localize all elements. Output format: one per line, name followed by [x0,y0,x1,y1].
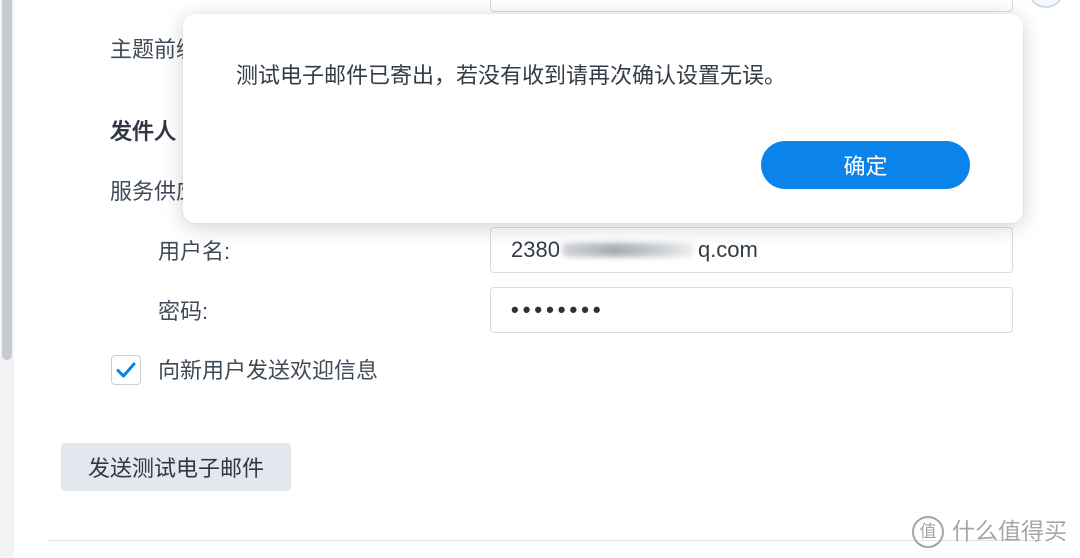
help-icon[interactable] [1028,0,1064,8]
username-field[interactable]: 2380 q.com [490,227,1013,273]
sender-section-heading: 发件人 [110,119,177,144]
check-icon [116,362,136,378]
welcome-message-checkbox[interactable] [111,355,141,385]
scrollbar-thumb[interactable] [2,0,12,360]
watermark-text: 什么值得买 [952,518,1067,544]
redacted-region [561,243,694,257]
send-test-email-button[interactable]: 发送测试电子邮件 [61,443,291,491]
mail-settings-panel: 主题前缀 发件人 服务供应 用户名: 2380 q.com 密码: ••••••… [0,0,1080,558]
username-label: 用户名: [158,239,231,264]
confirm-button[interactable]: 确定 [761,141,970,189]
password-label: 密码: [158,299,209,324]
password-value: •••••••• [511,297,605,322]
watermark-logo: 值 [912,516,944,548]
username-value-end: q.com [697,237,758,262]
scrollbar-track[interactable] [0,0,14,558]
smtp-server-field[interactable] [490,0,1013,12]
username-value-start: 2380 [511,237,560,262]
password-field[interactable]: •••••••• [490,287,1013,333]
dialog-message: 测试电子邮件已寄出，若没有收到请再次确认设置无误。 [236,63,787,88]
section-divider [47,540,1042,541]
confirmation-dialog: 测试电子邮件已寄出，若没有收到请再次确认设置无误。 确定 [183,14,1023,223]
welcome-message-label[interactable]: 向新用户发送欢迎信息 [158,357,378,385]
